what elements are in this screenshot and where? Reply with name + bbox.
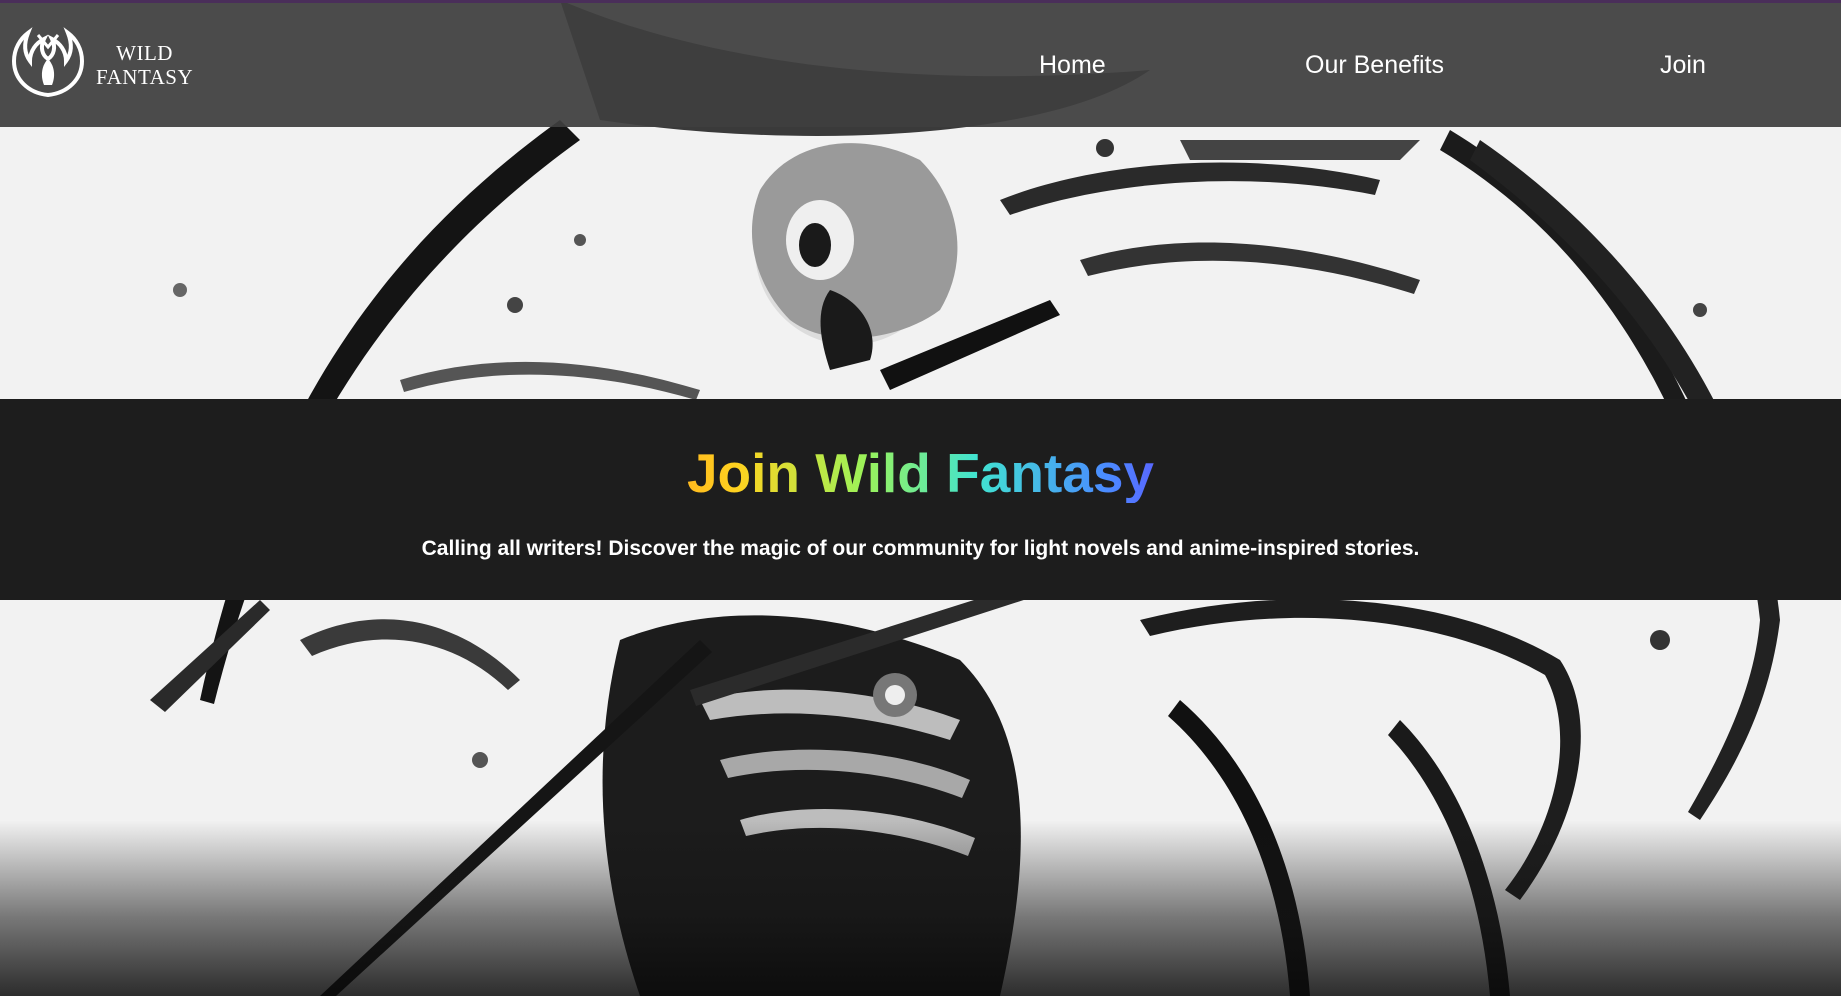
hero-subtitle: Calling all writers! Discover the magic … [421, 537, 1420, 560]
nav-link-our-benefits[interactable]: Our Benefits [1305, 51, 1444, 80]
page: WILD FANTASY Home Our Benefits Join Join… [0, 0, 1841, 996]
top-navbar: WILD FANTASY Home Our Benefits Join [0, 0, 1841, 127]
nav-link-join[interactable]: Join [1660, 51, 1706, 80]
brand-logo[interactable]: WILD FANTASY [8, 25, 193, 105]
bottom-fade-overlay [0, 820, 1841, 996]
brand-name-line1: WILD [116, 41, 173, 65]
hero-banner: Join Wild Fantasy Calling all writers! D… [0, 399, 1841, 600]
brand-name-line2: FANTASY [96, 65, 194, 89]
dragon-emblem-icon [11, 27, 85, 98]
nav-link-home[interactable]: Home [1039, 51, 1106, 80]
brand-name: WILD FANTASY [96, 41, 193, 89]
hero-title: Join Wild Fantasy [460, 443, 1381, 503]
